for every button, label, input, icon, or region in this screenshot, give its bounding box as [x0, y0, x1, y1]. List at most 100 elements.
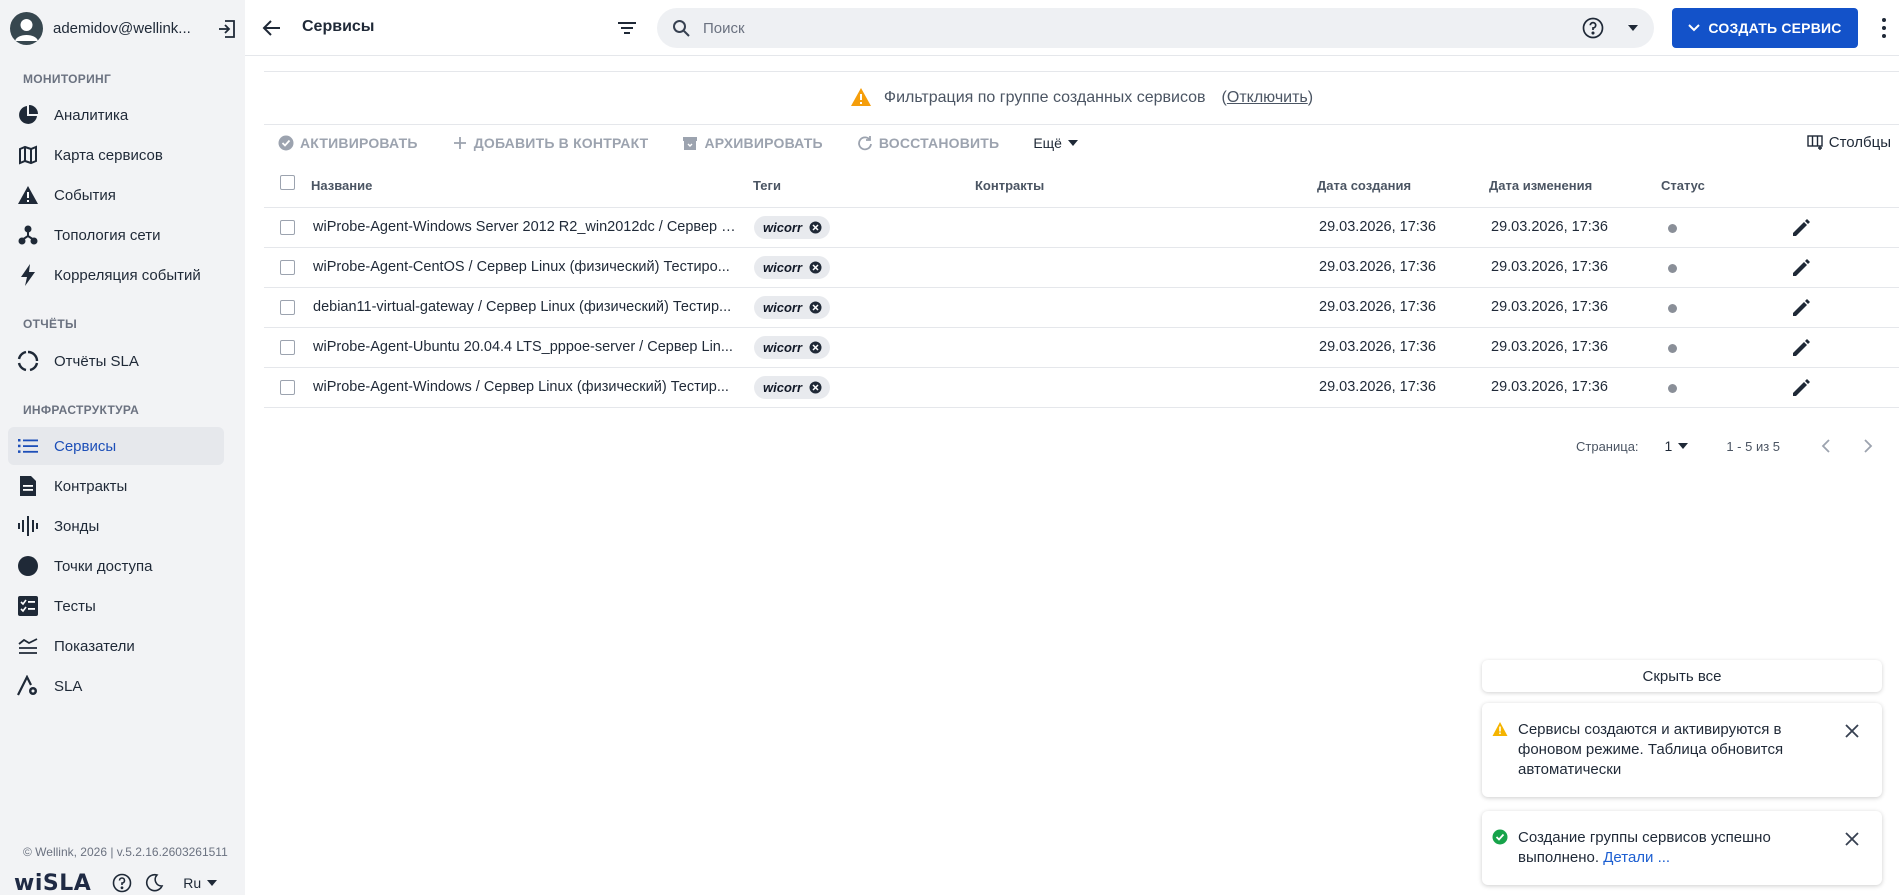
close-icon[interactable] — [1844, 723, 1860, 739]
user-panel[interactable]: ademidov@wellink... — [10, 11, 238, 45]
edit-icon[interactable] — [1791, 258, 1811, 278]
sidebar-item-tests[interactable]: Тесты — [8, 587, 224, 625]
modified-date: 29.03.2026, 17:36 — [1491, 339, 1608, 355]
sidebar-item-services[interactable]: Сервисы — [8, 427, 224, 465]
remove-tag-icon[interactable] — [809, 301, 822, 314]
tag-chip[interactable]: wicorr — [754, 296, 830, 319]
table-row[interactable]: debian11-virtual-gateway / Сервер Linux … — [264, 288, 1899, 328]
sidebar-item-contracts[interactable]: Контракты — [8, 467, 224, 505]
table-row[interactable]: wiProbe-Agent-CentOS / Сервер Linux (физ… — [264, 248, 1899, 288]
tag-label: wicorr — [763, 300, 803, 315]
column-header-contracts[interactable]: Контракты — [975, 178, 1044, 193]
help-icon[interactable] — [111, 872, 133, 894]
edit-icon[interactable] — [1791, 298, 1811, 318]
column-header-tags[interactable]: Теги — [753, 178, 781, 193]
warning-icon — [1492, 722, 1508, 736]
disable-filter-label[interactable]: Отключить — [1227, 89, 1308, 106]
row-checkbox[interactable] — [280, 260, 295, 275]
language-select[interactable]: Ru — [183, 875, 218, 891]
pie-chart-icon — [17, 104, 39, 126]
columns-button[interactable]: Столбцы — [1807, 134, 1891, 151]
sidebar-item-service-map[interactable]: Карта сервисов — [8, 136, 224, 174]
activate-button[interactable]: АКТИВИРОВАТЬ — [278, 135, 418, 151]
search-help-icon[interactable] — [1582, 17, 1604, 39]
sidebar-item-sla-reports[interactable]: Отчёты SLA — [8, 342, 224, 380]
remove-tag-icon[interactable] — [809, 341, 822, 354]
column-header-modified[interactable]: Дата изменения — [1489, 178, 1592, 193]
sidebar-item-sla[interactable]: SLA — [8, 667, 224, 705]
sidebar-item-topology[interactable]: Топология сети — [8, 216, 224, 254]
logout-icon[interactable] — [216, 18, 238, 40]
select-all-checkbox[interactable] — [280, 175, 295, 190]
columns-label: Столбцы — [1828, 134, 1891, 151]
restore-button[interactable]: ВОССТАНОВИТЬ — [857, 135, 1000, 151]
chevron-down-icon — [1688, 24, 1701, 32]
tag-chip[interactable]: wicorr — [754, 336, 830, 359]
search-input[interactable] — [703, 19, 1503, 37]
create-service-button[interactable]: СОЗДАТЬ СЕРВИС — [1672, 8, 1858, 48]
service-name[interactable]: wiProbe-Agent-Windows / Сервер Linux (фи… — [313, 379, 738, 395]
row-checkbox[interactable] — [280, 340, 295, 355]
next-page-icon[interactable] — [1858, 437, 1876, 455]
edit-icon[interactable] — [1791, 378, 1811, 398]
edit-icon[interactable] — [1791, 218, 1811, 238]
sidebar-item-access-points[interactable]: Точки доступа — [8, 547, 224, 585]
check-circle-icon — [278, 135, 294, 151]
prev-page-icon[interactable] — [1818, 437, 1836, 455]
sidebar-item-events[interactable]: События — [8, 176, 224, 214]
remove-tag-icon[interactable] — [809, 221, 822, 234]
more-actions-dropdown[interactable]: Ещё — [1033, 135, 1078, 151]
row-checkbox[interactable] — [280, 380, 295, 395]
table-row[interactable]: wiProbe-Agent-Windows Server 2012 R2_win… — [264, 208, 1899, 248]
sidebar-item-probes[interactable]: Зонды — [8, 507, 224, 545]
table-header: Название Теги Контракты Дата создания Да… — [264, 166, 1899, 208]
probe-icon — [17, 515, 39, 537]
page-select[interactable]: 1 — [1665, 438, 1689, 454]
more-vertical-icon[interactable] — [1879, 16, 1889, 40]
filter-icon[interactable] — [615, 16, 639, 40]
tag-chip[interactable]: wicorr — [754, 256, 830, 279]
dark-mode-icon[interactable] — [143, 872, 165, 894]
close-icon[interactable] — [1844, 831, 1860, 847]
edit-icon[interactable] — [1791, 338, 1811, 358]
service-name[interactable]: debian11-virtual-gateway / Сервер Linux … — [313, 299, 738, 315]
disable-filter-link[interactable]: (Отключить) — [1222, 89, 1314, 107]
sidebar-item-label: Контракты — [54, 477, 128, 495]
search-bar[interactable] — [657, 8, 1654, 48]
tag-label: wicorr — [763, 260, 803, 275]
list-icon — [17, 435, 39, 457]
sidebar-item-metrics[interactable]: Показатели — [8, 627, 224, 665]
avatar[interactable] — [10, 11, 43, 45]
search-options-chevron-icon[interactable] — [1626, 21, 1640, 35]
topology-icon — [17, 224, 39, 246]
user-name[interactable]: ademidov@wellink... — [53, 20, 203, 37]
service-name[interactable]: wiProbe-Agent-Ubuntu 20.04.4 LTS_pppoe-s… — [313, 339, 738, 355]
remove-tag-icon[interactable] — [809, 381, 822, 394]
row-checkbox[interactable] — [280, 220, 295, 235]
add-to-contract-button[interactable]: ДОБАВИТЬ В КОНТРАКТ — [452, 135, 649, 151]
back-arrow-icon[interactable] — [261, 17, 283, 39]
app-root: ademidov@wellink... МОНИТОРИНГ Аналитика… — [0, 0, 1899, 895]
column-header-created[interactable]: Дата создания — [1317, 178, 1411, 193]
sidebar-item-analytics[interactable]: Аналитика — [8, 96, 224, 134]
service-name[interactable]: wiProbe-Agent-Windows Server 2012 R2_win… — [313, 219, 738, 235]
archive-button[interactable]: АРХИВИРОВАТЬ — [682, 135, 823, 151]
success-notification: Создание группы сервисов успешно выполне… — [1482, 811, 1882, 885]
remove-tag-icon[interactable] — [809, 261, 822, 274]
tag-chip[interactable]: wicorr — [754, 216, 830, 239]
details-link[interactable]: Детали ... — [1603, 849, 1670, 866]
service-name[interactable]: wiProbe-Agent-CentOS / Сервер Linux (физ… — [313, 259, 738, 275]
table-row[interactable]: wiProbe-Agent-Windows / Сервер Linux (фи… — [264, 368, 1899, 408]
add-to-contract-label: ДОБАВИТЬ В КОНТРАКТ — [473, 135, 649, 151]
search-icon — [672, 19, 690, 37]
column-header-name[interactable]: Название — [311, 178, 372, 193]
table-row[interactable]: wiProbe-Agent-Ubuntu 20.04.4 LTS_pppoe-s… — [264, 328, 1899, 368]
row-checkbox[interactable] — [280, 300, 295, 315]
column-header-status[interactable]: Статус — [1661, 178, 1705, 193]
hide-all-notifications-button[interactable]: Скрыть все — [1482, 660, 1882, 692]
tag-chip[interactable]: wicorr — [754, 376, 830, 399]
sla-report-icon — [17, 350, 39, 372]
modified-date: 29.03.2026, 17:36 — [1491, 299, 1608, 315]
created-date: 29.03.2026, 17:36 — [1319, 219, 1436, 235]
sidebar-item-correlation[interactable]: Корреляция событий — [8, 256, 224, 294]
